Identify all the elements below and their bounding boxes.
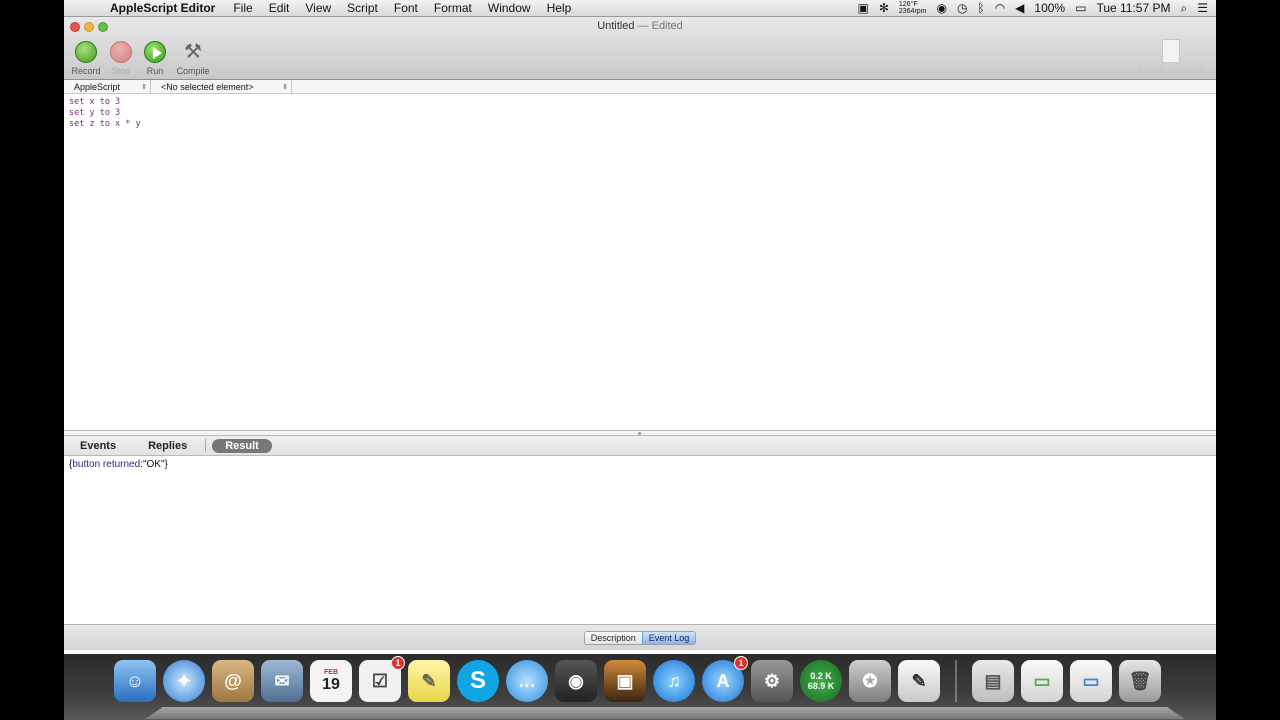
- navigation-bar: AppleScript ⇕ <No selected element> ⇕: [64, 80, 1216, 94]
- skype-icon[interactable]: S: [457, 660, 499, 702]
- menu-script[interactable]: Script: [339, 1, 386, 15]
- stop-icon: [110, 41, 132, 63]
- network-speed: 0.2 K 68.9 K: [807, 671, 835, 691]
- bundle-icon: [1162, 39, 1180, 63]
- result-pane[interactable]: {button returned:"OK"}: [64, 456, 1216, 624]
- tab-divider: [205, 439, 207, 452]
- window-toolbar: Untitled — Edited Record Stop Run ⚒ Comp…: [64, 17, 1216, 80]
- code-line: set z to x * y: [69, 119, 141, 129]
- fan-icon[interactable]: ✻: [879, 1, 889, 15]
- log-tab-bar: Events Replies Result: [64, 436, 1216, 456]
- event-log-tab[interactable]: Event Log: [641, 631, 696, 644]
- bottom-bar: Description Event Log: [64, 624, 1216, 650]
- run-icon: [144, 41, 166, 63]
- reminders-badge: 1: [391, 656, 405, 670]
- description-tab[interactable]: Description: [584, 631, 642, 644]
- popup-arrows-icon: ⇕: [141, 83, 147, 91]
- reminders-icon[interactable]: ☑ 1: [359, 656, 405, 702]
- temperature-readout[interactable]: 126°F 2364rpm: [899, 1, 927, 15]
- safari-icon[interactable]: ✦: [163, 660, 205, 702]
- code-line: set x to 3: [69, 97, 121, 107]
- tab-events[interactable]: Events: [64, 440, 132, 452]
- dock: ☺ ✦ @ ✉ FEB 19 ☑ 1 ✎ S … ◉ ▣ ♫ A 1 ⚙ 0.2…: [64, 654, 1216, 720]
- script-editor[interactable]: set x to 3 set y to 3 set z to x * y: [64, 94, 1216, 430]
- iphoto-icon[interactable]: ▣: [604, 660, 646, 702]
- app-store-badge: 1: [734, 656, 748, 670]
- headphones-icon[interactable]: ◉: [937, 1, 947, 15]
- menu-view[interactable]: View: [297, 1, 339, 15]
- tab-replies[interactable]: Replies: [132, 440, 203, 452]
- volume-icon[interactable]: ◀: [1015, 1, 1024, 15]
- view-segmented-control: Description Event Log: [583, 630, 697, 645]
- imovie-icon[interactable]: ✪: [849, 660, 891, 702]
- menu-edit[interactable]: Edit: [261, 1, 298, 15]
- notes-icon[interactable]: ✎: [408, 660, 450, 702]
- element-popup[interactable]: <No selected element> ⇕: [151, 80, 292, 93]
- menu-font[interactable]: Font: [386, 1, 426, 15]
- messages-icon[interactable]: …: [506, 660, 548, 702]
- utorrent-icon[interactable]: 0.2 K 68.9 K: [800, 660, 842, 702]
- dock-separator: [955, 660, 957, 702]
- calendar-icon[interactable]: FEB 19: [310, 660, 352, 702]
- run-button[interactable]: Run: [135, 41, 175, 76]
- record-icon: [75, 41, 97, 63]
- finder-icon[interactable]: ☺: [114, 660, 156, 702]
- time-machine-icon[interactable]: ◷: [957, 1, 967, 15]
- battery-percent[interactable]: 100%: [1034, 1, 1065, 15]
- downloads-stack-icon[interactable]: ▤: [972, 660, 1014, 702]
- battery-icon[interactable]: ▭: [1075, 1, 1086, 15]
- minimized-window-icon[interactable]: ▭: [1070, 660, 1112, 702]
- result-value: :"OK"}: [140, 459, 168, 470]
- menu-file[interactable]: File: [225, 1, 260, 15]
- bundle-contents-button[interactable]: Bundle Contents: [1136, 39, 1206, 75]
- dock-icons: ☺ ✦ @ ✉ FEB 19 ☑ 1 ✎ S … ◉ ▣ ♫ A 1 ⚙ 0.2…: [114, 656, 1161, 702]
- minimized-window-icon[interactable]: ▭: [1021, 660, 1063, 702]
- result-key: button returned: [72, 459, 141, 470]
- language-popup[interactable]: AppleScript ⇕: [64, 80, 151, 93]
- menu-help[interactable]: Help: [539, 1, 580, 15]
- applescript-editor-window: Untitled — Edited Record Stop Run ⚒ Comp…: [64, 17, 1216, 654]
- hammer-icon: ⚒: [184, 41, 202, 63]
- spotlight-search-icon[interactable]: ⌕: [1181, 1, 1188, 16]
- facetime-icon[interactable]: ◉: [555, 660, 597, 702]
- window-title: Untitled — Edited: [597, 20, 683, 32]
- menu-format[interactable]: Format: [426, 1, 480, 15]
- system-preferences-icon[interactable]: ⚙: [751, 660, 793, 702]
- bluetooth-icon[interactable]: ᛒ: [977, 1, 984, 15]
- mail-icon[interactable]: ✉: [261, 660, 303, 702]
- record-button[interactable]: Record: [66, 41, 106, 76]
- pane-splitter[interactable]: [64, 430, 1216, 436]
- menu-bar: AppleScript Editor File Edit View Script…: [64, 0, 1216, 17]
- code-line: set y to 3: [69, 108, 121, 118]
- notification-center-icon[interactable]: ☰: [1197, 1, 1208, 15]
- itunes-icon[interactable]: ♫: [653, 660, 695, 702]
- contacts-icon[interactable]: @: [212, 660, 254, 702]
- trash-icon[interactable]: 🗑: [1119, 660, 1161, 702]
- screen-record-icon[interactable]: ▣: [857, 1, 868, 15]
- dock-shelf: [144, 707, 1186, 720]
- app-store-icon[interactable]: A 1: [702, 656, 748, 702]
- menu-clock[interactable]: Tue 11:57 PM: [1096, 1, 1170, 15]
- menu-window[interactable]: Window: [480, 1, 539, 15]
- applescript-editor-icon[interactable]: ✎: [898, 660, 940, 702]
- wifi-icon[interactable]: ◠: [995, 1, 1005, 15]
- app-menu[interactable]: AppleScript Editor: [106, 1, 225, 15]
- popup-arrows-icon: ⇕: [282, 83, 288, 91]
- tab-result[interactable]: Result: [212, 438, 272, 453]
- compile-button[interactable]: ⚒ Compile: [173, 41, 213, 76]
